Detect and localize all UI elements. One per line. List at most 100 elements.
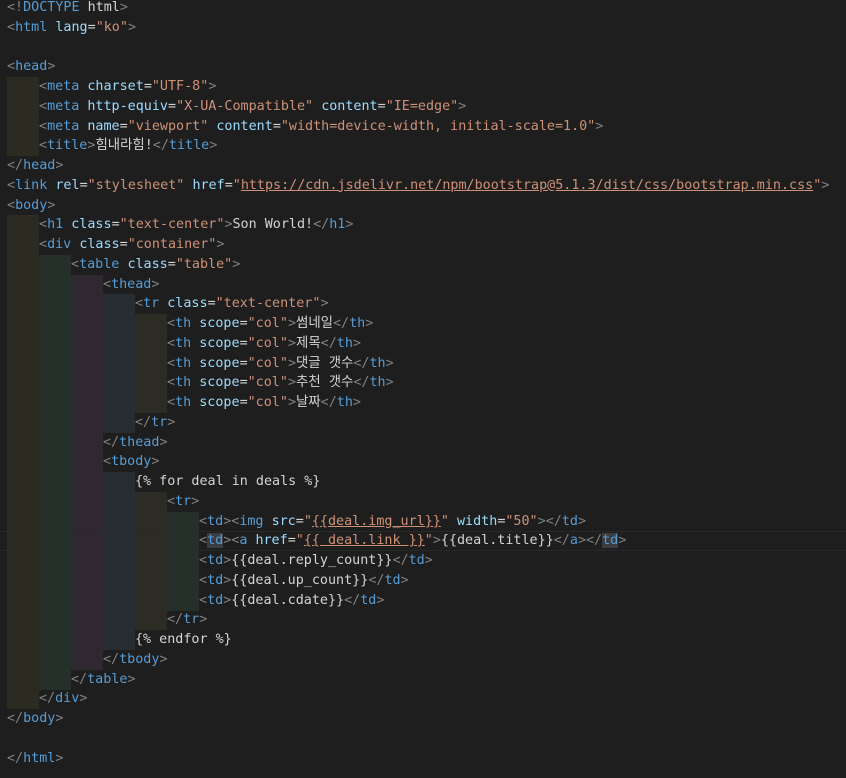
code-line[interactable]: </table> <box>0 669 846 690</box>
code-token: < <box>199 513 208 529</box>
code-token: < <box>199 533 208 549</box>
indent-guide <box>71 532 103 553</box>
code-line[interactable]: </div> <box>0 689 846 710</box>
code-line[interactable]: <!DOCTYPE html> <box>0 0 846 18</box>
code-token: > <box>352 395 361 410</box>
indent-guide <box>103 511 135 532</box>
code-token: > <box>47 197 56 213</box>
code-line[interactable]: <head> <box>0 57 846 77</box>
code-token: > <box>119 0 128 15</box>
indent-guide <box>71 412 103 433</box>
code-token: Son World! <box>232 217 314 233</box>
indent-guide <box>103 373 135 394</box>
code-token: < <box>167 316 176 331</box>
indent-guide <box>71 610 103 631</box>
code-line[interactable]: </tr> <box>0 412 846 433</box>
code-line[interactable]: <th scope="col">제목</th> <box>0 333 846 354</box>
code-line[interactable]: </head> <box>0 156 846 176</box>
code-line[interactable]: <th scope="col">댓글 갯수</th> <box>0 353 846 374</box>
code-line[interactable]: <th scope="col">날짜</th> <box>0 393 846 413</box>
code-line[interactable]: <link rel="stylesheet" href="https://cdn… <box>0 176 846 196</box>
code-line[interactable]: <html lang="ko"> <box>0 18 846 38</box>
code-token: </ <box>39 691 56 707</box>
code-line[interactable]: <meta name="viewport" content="width=dev… <box>0 116 846 137</box>
code-line[interactable]: <td>{{deal.reply_count}}</td> <box>0 551 846 571</box>
indent-guide <box>135 532 167 553</box>
code-token: href <box>255 533 288 549</box>
code-token: tr <box>183 612 200 628</box>
code-token: <! <box>7 0 24 15</box>
code-line[interactable]: <tbody> <box>0 452 846 473</box>
code-line[interactable]: <td>{{deal.cdate}}</td> <box>0 590 846 611</box>
indent-guide <box>39 393 71 413</box>
code-token: > <box>55 158 64 173</box>
code-token: </ <box>392 553 409 568</box>
code-token: </ <box>553 533 570 549</box>
code-token: </ <box>135 414 152 430</box>
code-token: < <box>103 276 112 292</box>
code-token: scope <box>199 395 240 410</box>
code-token: </ <box>353 355 370 371</box>
indent-guide <box>135 590 167 611</box>
code-token: < <box>7 197 16 213</box>
code-line[interactable]: <th scope="col">썸네일</th> <box>0 314 846 334</box>
code-token: th <box>175 395 192 410</box>
code-line[interactable] <box>0 38 846 58</box>
code-token: > <box>376 592 385 608</box>
code-token: meta <box>47 79 80 94</box>
code-line[interactable]: </html> <box>0 749 846 769</box>
code-token: html <box>23 750 56 766</box>
code-token: body <box>15 197 48 213</box>
code-line[interactable]: <h1 class="text-center">Son World!</h1> <box>0 215 846 236</box>
code-line[interactable]: <tr> <box>0 491 846 512</box>
code-line[interactable]: <td>{{deal.up_count}}</td> <box>0 570 846 591</box>
code-token: td <box>207 553 224 568</box>
code-line[interactable]: </tbody> <box>0 649 846 670</box>
code-token: > <box>216 237 225 252</box>
indent-guide <box>39 551 71 571</box>
code-token: < <box>39 138 48 154</box>
indent-guide <box>7 551 39 571</box>
code-line[interactable]: <meta http-equiv="X-UA-Compatible" conte… <box>0 96 846 117</box>
code-token: < <box>167 355 176 371</box>
code-line[interactable]: <tr class="text-center"> <box>0 294 846 315</box>
code-line[interactable]: </body> <box>0 709 846 729</box>
indent-guide <box>39 610 71 631</box>
code-token: = <box>111 217 120 233</box>
indent-guide <box>7 630 39 650</box>
code-token: th <box>369 355 386 371</box>
code-line[interactable]: <div class="container"> <box>0 235 846 255</box>
code-line[interactable]: </thead> <box>0 432 846 453</box>
code-token: > <box>537 513 546 529</box>
code-token: title <box>47 138 88 154</box>
code-line[interactable]: <td><img src="{{deal.img_url}}" width="5… <box>0 511 846 532</box>
code-line[interactable]: <th scope="col">추천 갯수</th> <box>0 373 846 394</box>
indent-guide <box>39 491 71 512</box>
code-token: < <box>199 572 208 588</box>
code-token: > <box>424 553 433 568</box>
code-line[interactable]: <meta charset="UTF-8"> <box>0 77 846 97</box>
code-token: > <box>618 533 627 549</box>
code-line[interactable]: {% endfor %} <box>0 630 846 650</box>
code-line[interactable]: <body> <box>0 196 846 216</box>
code-token: < <box>71 256 80 272</box>
indent-guide <box>39 274 71 295</box>
code-token: tr <box>151 414 168 430</box>
code-token: </ <box>545 513 562 529</box>
indent-guide <box>103 491 135 512</box>
code-token: th <box>175 335 192 351</box>
code-line[interactable]: <td><a href="{{ deal.link }}">{{deal.tit… <box>0 531 846 553</box>
code-line[interactable]: <thead> <box>0 274 846 295</box>
code-line[interactable] <box>0 729 846 749</box>
code-line[interactable]: <table class="table"> <box>0 254 846 275</box>
code-token: " <box>424 533 433 549</box>
code-line[interactable]: <title>힘내라힘!</title> <box>0 136 846 157</box>
indent-guide <box>71 294 103 315</box>
indent-guide <box>71 491 103 512</box>
code-token: html <box>79 0 120 15</box>
code-line[interactable]: {% for deal in deals %} <box>0 472 846 492</box>
code-line[interactable]: </tr> <box>0 610 846 631</box>
code-token: </ <box>152 138 169 154</box>
code-editor[interactable]: <!DOCTYPE html> <html lang="ko"> <head> <me… <box>0 0 846 778</box>
code-token: = <box>87 19 96 35</box>
